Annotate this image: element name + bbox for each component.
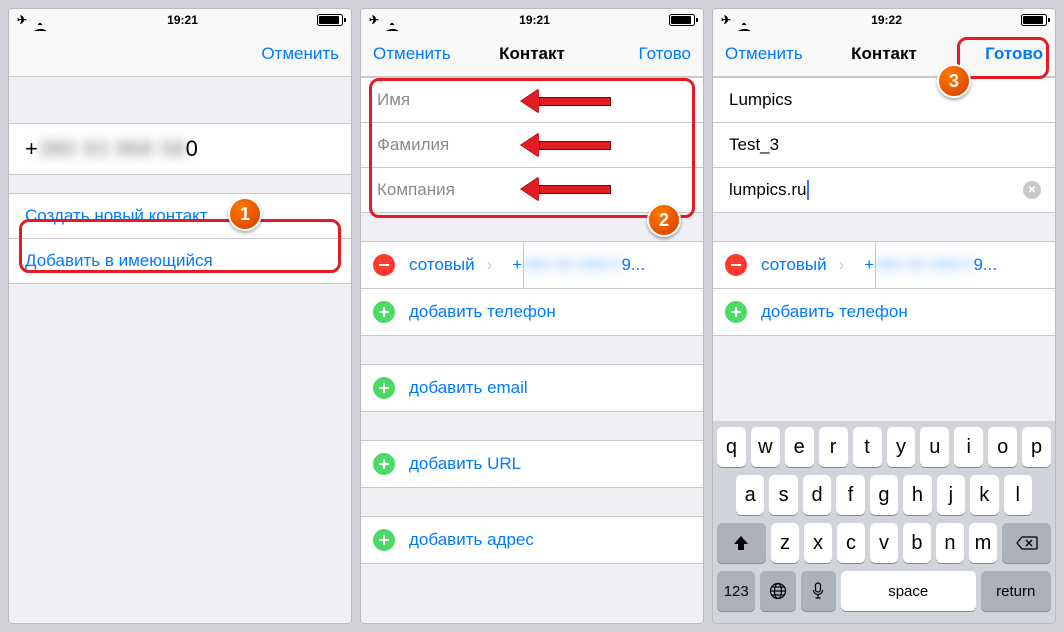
phone-type-label[interactable]: сотовый: [409, 255, 475, 275]
key-b[interactable]: b: [903, 523, 931, 563]
add-email-row[interactable]: добавить email: [361, 364, 703, 412]
keyboard-row-2: asdfghjkl: [717, 475, 1051, 515]
callout-badge-2: 2: [647, 203, 681, 237]
wifi-icon: [33, 14, 48, 26]
callout-badge-3: 3: [937, 64, 971, 98]
status-time: 19:21: [519, 13, 550, 27]
globe-key[interactable]: [760, 571, 795, 611]
key-y[interactable]: y: [887, 427, 916, 467]
mobile-row[interactable]: сотовый › +380 93 968 59...: [361, 241, 703, 289]
status-time: 19:21: [167, 13, 198, 27]
wifi-icon: [385, 14, 400, 26]
add-icon[interactable]: [373, 301, 395, 323]
arrow-icon: [521, 136, 611, 154]
key-v[interactable]: v: [870, 523, 898, 563]
callout-badge-1: 1: [228, 197, 262, 231]
key-t[interactable]: t: [853, 427, 882, 467]
keyboard: qwertyuiop asdfghjkl zxcvbnm 123 space r…: [713, 421, 1055, 623]
status-bar: 19:21: [361, 9, 703, 31]
add-to-existing-button[interactable]: Добавить в имеющийся: [9, 239, 351, 284]
chevron-right-icon: ›: [475, 255, 505, 275]
arrow-icon: [521, 92, 611, 110]
cancel-button[interactable]: Отменить: [259, 44, 339, 64]
key-l[interactable]: l: [1004, 475, 1032, 515]
status-time: 19:22: [871, 13, 902, 27]
battery-icon: [317, 14, 343, 26]
screen-2: 19:21 Отменить Контакт Готово Имя Фамили…: [360, 8, 704, 624]
key-q[interactable]: q: [717, 427, 746, 467]
chevron-right-icon: ›: [827, 255, 857, 275]
add-address-row[interactable]: добавить адрес: [361, 516, 703, 564]
shift-key[interactable]: [717, 523, 766, 563]
key-j[interactable]: j: [937, 475, 965, 515]
mobile-row[interactable]: сотовый › +380 93 968 59...: [713, 241, 1055, 289]
key-g[interactable]: g: [870, 475, 898, 515]
key-m[interactable]: m: [969, 523, 997, 563]
airplane-icon: [721, 13, 731, 27]
screen-1: 19:21 Отменить +380 93 968 580 Создать н…: [8, 8, 352, 624]
nav-bar: Отменить Контакт Готово: [713, 31, 1055, 77]
key-a[interactable]: a: [736, 475, 764, 515]
add-icon[interactable]: [725, 301, 747, 323]
key-r[interactable]: r: [819, 427, 848, 467]
add-icon[interactable]: [373, 377, 395, 399]
nav-bar: Отменить Контакт Готово: [361, 31, 703, 77]
backspace-key[interactable]: [1002, 523, 1051, 563]
space-key[interactable]: space: [841, 571, 976, 611]
remove-icon[interactable]: [373, 254, 395, 276]
add-phone-row[interactable]: добавить телефон: [361, 289, 703, 336]
key-h[interactable]: h: [903, 475, 931, 515]
company-field[interactable]: lumpics.ru: [713, 168, 1055, 213]
key-i[interactable]: i: [954, 427, 983, 467]
done-button[interactable]: Готово: [963, 44, 1043, 64]
arrow-icon: [521, 180, 611, 198]
key-s[interactable]: s: [769, 475, 797, 515]
add-url-row[interactable]: добавить URL: [361, 440, 703, 488]
lastname-field[interactable]: Test_3: [713, 123, 1055, 168]
key-o[interactable]: o: [988, 427, 1017, 467]
key-n[interactable]: n: [936, 523, 964, 563]
keyboard-row-3: zxcvbnm: [717, 523, 1051, 563]
key-f[interactable]: f: [836, 475, 864, 515]
battery-icon: [669, 14, 695, 26]
key-p[interactable]: p: [1022, 427, 1051, 467]
battery-icon: [1021, 14, 1047, 26]
numbers-key[interactable]: 123: [717, 571, 755, 611]
add-icon[interactable]: [373, 529, 395, 551]
add-phone-row[interactable]: добавить телефон: [713, 289, 1055, 336]
key-k[interactable]: k: [970, 475, 998, 515]
screen-3: 19:22 Отменить Контакт Готово Lumpics Te…: [712, 8, 1056, 624]
mic-key[interactable]: [801, 571, 836, 611]
key-w[interactable]: w: [751, 427, 780, 467]
add-icon[interactable]: [373, 453, 395, 475]
airplane-icon: [17, 13, 27, 27]
keyboard-row-1: qwertyuiop: [717, 427, 1051, 467]
key-d[interactable]: d: [803, 475, 831, 515]
cancel-button[interactable]: Отменить: [725, 44, 805, 64]
nav-bar: Отменить: [9, 31, 351, 77]
create-new-contact-button[interactable]: Создать новый контакт: [9, 193, 351, 239]
key-x[interactable]: x: [804, 523, 832, 563]
airplane-icon: [369, 13, 379, 27]
key-e[interactable]: e: [785, 427, 814, 467]
status-bar: 19:22: [713, 9, 1055, 31]
clear-icon[interactable]: [1023, 181, 1041, 199]
key-u[interactable]: u: [920, 427, 949, 467]
keyboard-row-4: 123 space return: [717, 571, 1051, 611]
done-button[interactable]: Готово: [611, 44, 691, 64]
status-bar: 19:21: [9, 9, 351, 31]
phone-type-label[interactable]: сотовый: [761, 255, 827, 275]
key-z[interactable]: z: [771, 523, 799, 563]
firstname-field[interactable]: Lumpics: [713, 77, 1055, 123]
return-key[interactable]: return: [981, 571, 1051, 611]
phone-number-row: +380 93 968 580: [9, 123, 351, 175]
wifi-icon: [737, 14, 752, 26]
text-cursor: [807, 180, 809, 200]
cancel-button[interactable]: Отменить: [373, 44, 453, 64]
key-c[interactable]: c: [837, 523, 865, 563]
remove-icon[interactable]: [725, 254, 747, 276]
